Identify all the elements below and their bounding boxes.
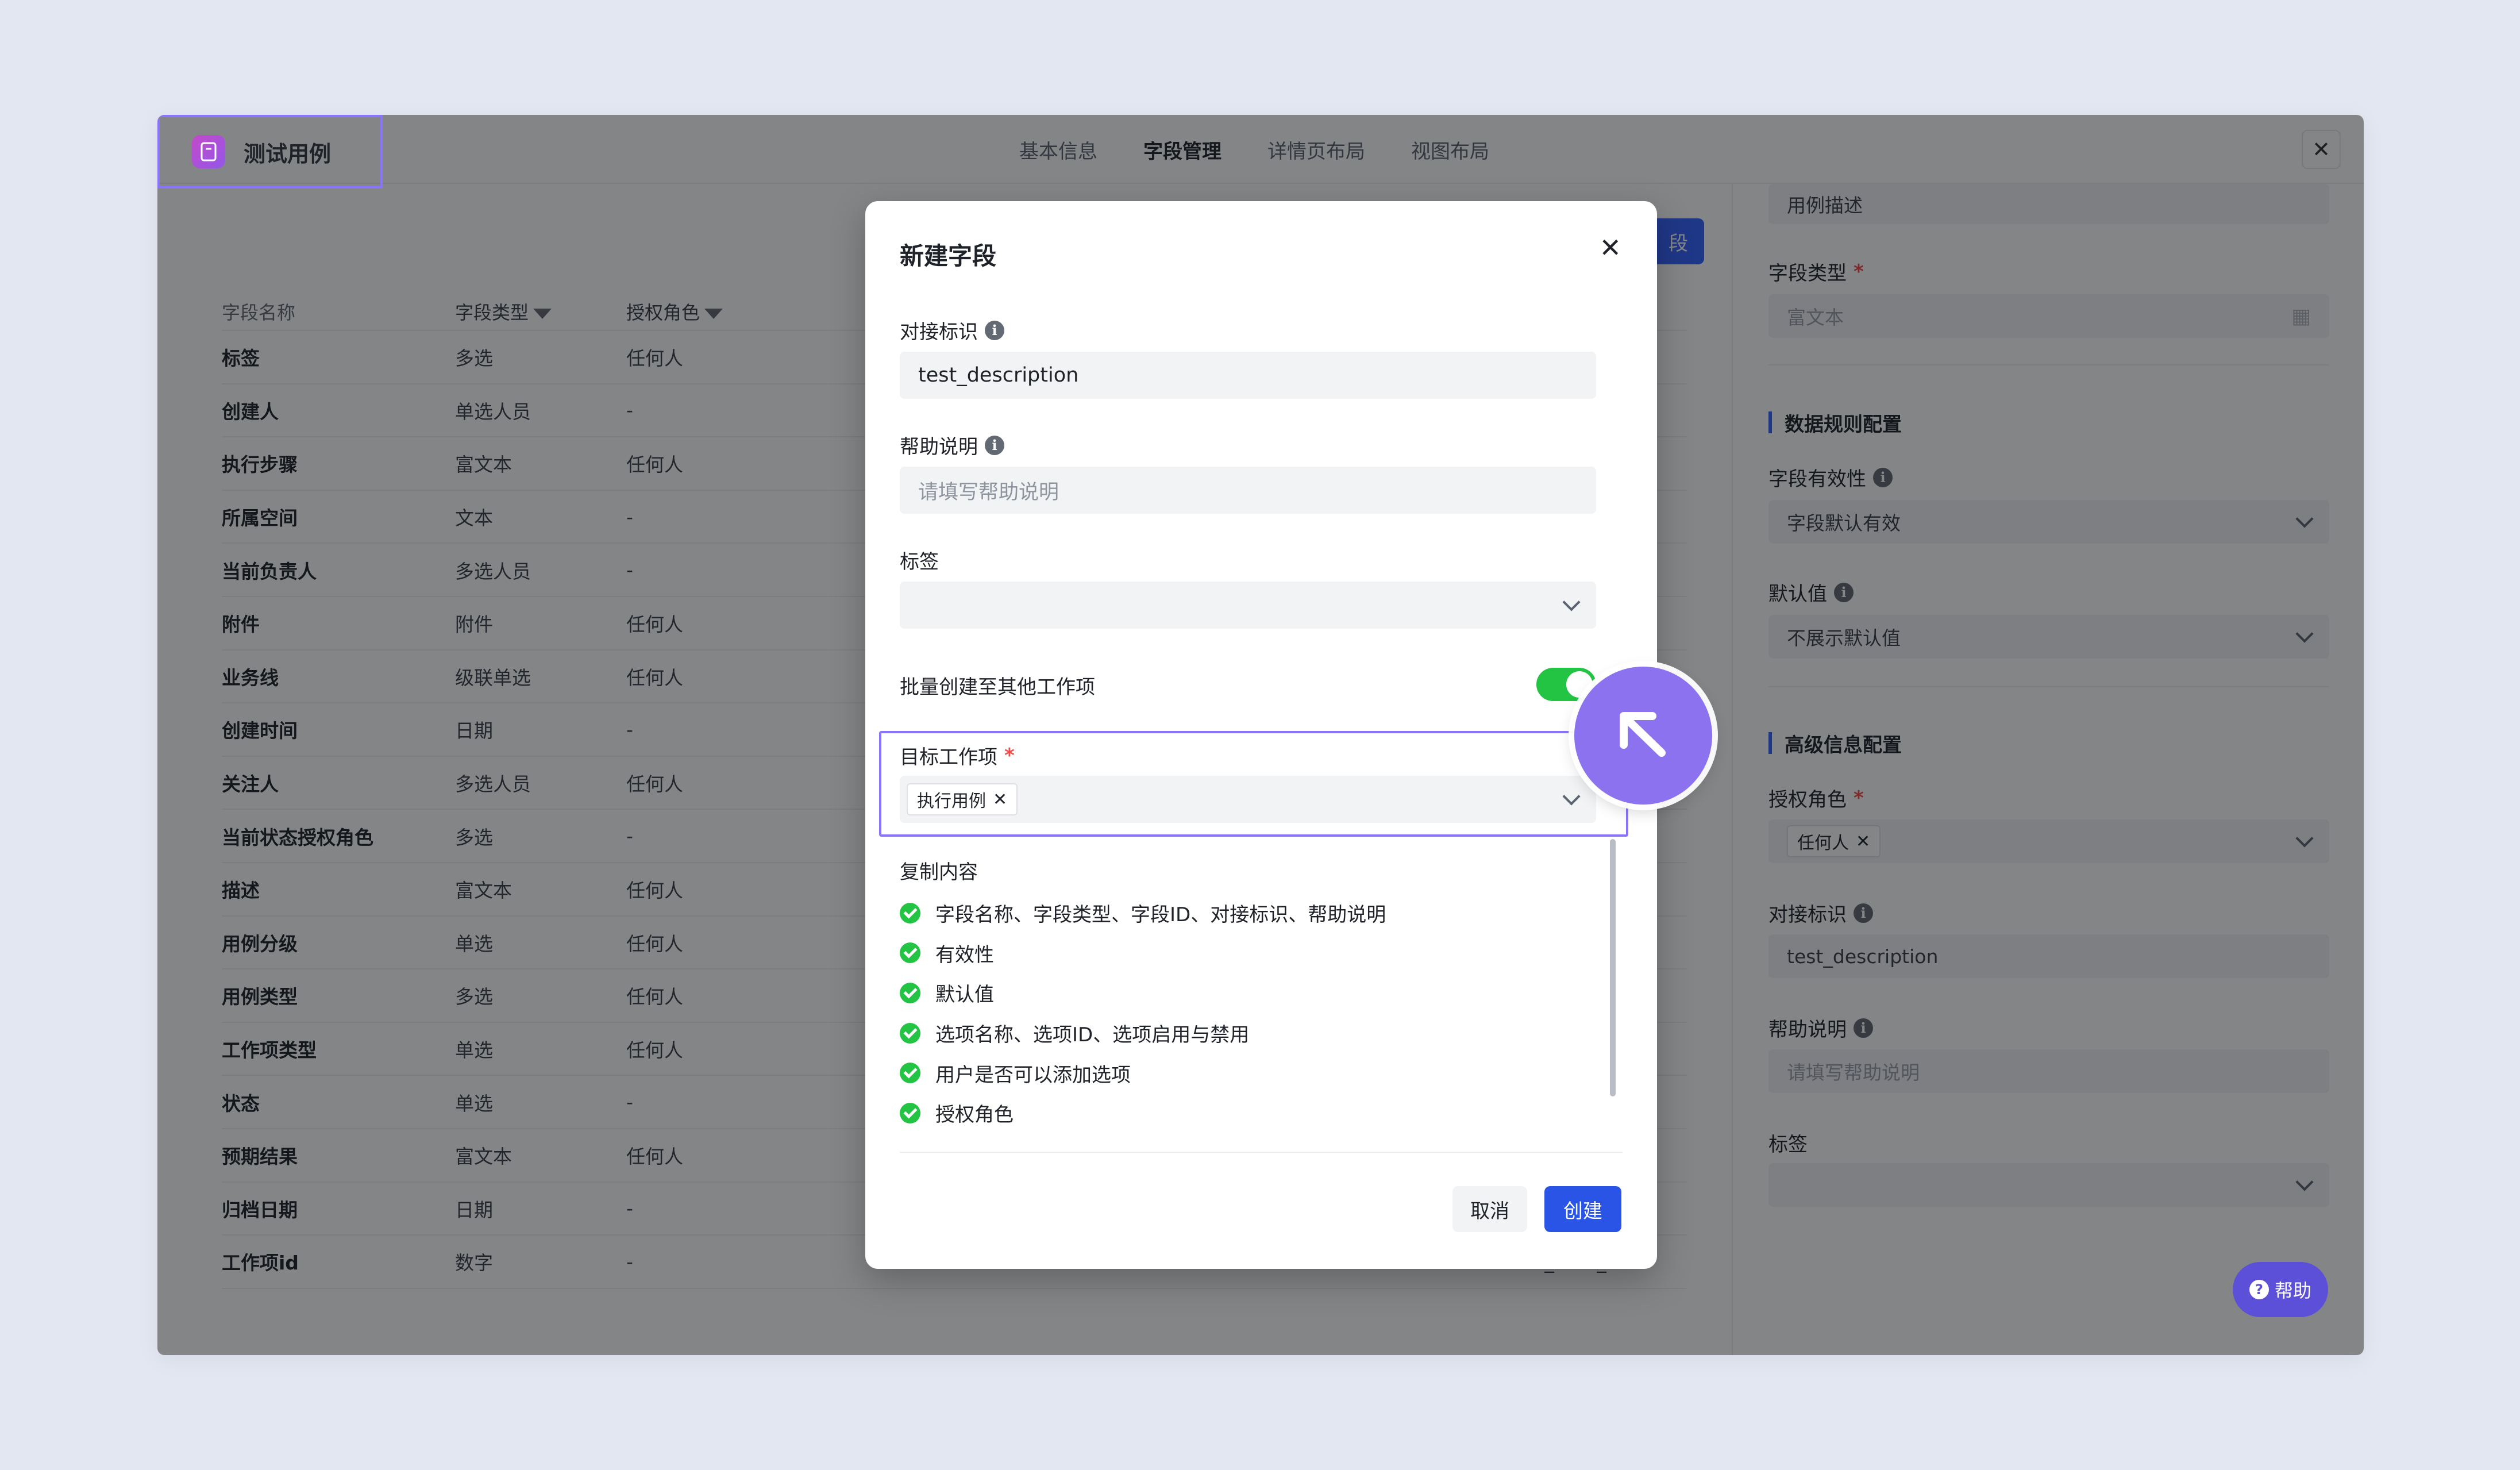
tags-select[interactable] (1768, 1163, 2329, 1207)
check-icon (900, 942, 920, 964)
field-name-input[interactable]: 用例描述 (1768, 184, 2329, 224)
question-icon: ? (2249, 1280, 2269, 1299)
chevron-down-icon (2295, 1173, 2314, 1191)
window-close-button[interactable]: ✕ (2302, 130, 2341, 169)
click-cursor-indicator (1574, 667, 1712, 805)
header-field-name: 字段名称 (222, 302, 296, 324)
filter-icon[interactable] (704, 309, 723, 319)
arrow-cursor-icon (1620, 712, 1666, 757)
scrollbar[interactable] (1610, 839, 1616, 1096)
roles-select[interactable]: 任何人 ✕ (1768, 819, 2329, 863)
field-detail-panel: 用例描述 字段类型 * 富文本 ▦ 数据规则配置 字段有效性 i 字段默认有效 默认值… (1732, 184, 2364, 1355)
validity-select[interactable]: 字段默认有效 (1768, 500, 2329, 544)
header-field-type[interactable]: 字段类型 (455, 298, 626, 325)
data-rules-title: 数据规则配置 (1768, 411, 1902, 436)
key-input[interactable]: test_description (900, 352, 1596, 399)
role-tag: 任何人 ✕ (1787, 825, 1881, 857)
key-label: 对接标识 i (900, 316, 1004, 344)
tab-bar: 基本信息 字段管理 详情页布局 视图布局 (1019, 115, 1489, 184)
list-item: 选项名称、选项ID、选项启用与禁用 (900, 1013, 1386, 1053)
filter-icon[interactable] (533, 309, 552, 319)
tags-label: 标签 (1768, 1133, 1808, 1156)
check-icon (900, 1063, 920, 1084)
check-icon (900, 1022, 920, 1044)
target-item-select[interactable]: 执行用例 ✕ (900, 776, 1596, 823)
help-label: 帮助说明 i (900, 431, 1004, 459)
remove-tag-icon[interactable]: ✕ (993, 790, 1007, 810)
tags-label: 标签 (900, 551, 939, 574)
app-title: 测试用例 (244, 141, 332, 167)
info-icon[interactable]: i (985, 320, 1004, 340)
target-tag: 执行用例 ✕ (907, 783, 1018, 815)
test-case-icon (192, 135, 225, 168)
chevron-down-icon (2295, 829, 2314, 848)
remove-tag-icon[interactable]: ✕ (1856, 832, 1870, 852)
chevron-down-icon (2295, 510, 2314, 528)
list-item: 授权角色 (900, 1093, 1386, 1133)
tab-field-management[interactable]: 字段管理 (1143, 136, 1222, 164)
check-icon (900, 982, 920, 1003)
check-icon (900, 902, 920, 923)
info-icon[interactable]: i (985, 435, 1004, 455)
tags-select[interactable] (900, 582, 1596, 629)
info-icon[interactable]: i (1834, 582, 1854, 602)
target-item-label: 目标工作项 * (900, 744, 1015, 769)
info-icon[interactable]: i (1854, 1018, 1873, 1038)
info-icon[interactable]: i (1873, 467, 1893, 487)
list-item: 有效性 (900, 933, 1386, 973)
copy-content-label: 复制内容 (900, 861, 978, 884)
create-button[interactable]: 创建 (1544, 1186, 1621, 1232)
chevron-down-icon (2295, 625, 2314, 643)
copy-content-list: 字段名称、字段类型、字段ID、对接标识、帮助说明 有效性 默认值 选项名称、选项… (900, 893, 1386, 1133)
list-item: 默认值 (900, 973, 1386, 1013)
required-mark: * (1004, 744, 1015, 767)
help-label: 帮助说明 i (1768, 1014, 1873, 1042)
help-input[interactable]: 请填写帮助说明 (1768, 1049, 2329, 1093)
advanced-config-title: 高级信息配置 (1768, 732, 1902, 757)
roles-label: 授权角色 * (1768, 786, 1864, 812)
list-item: 用户是否可以添加选项 (900, 1053, 1386, 1093)
required-mark: * (1854, 786, 1864, 810)
new-field-dialog: 新建字段 ✕ 对接标识 i test_description 帮助说明 i 请填写帮… (865, 201, 1657, 1269)
required-mark: * (1854, 260, 1864, 283)
tab-view-layout[interactable]: 视图布局 (1411, 136, 1489, 164)
key-label: 对接标识 i (1768, 899, 1873, 927)
key-input[interactable]: test_description (1768, 934, 2329, 978)
help-input[interactable]: 请填写帮助说明 (900, 467, 1596, 514)
top-bar: 测试用例 基本信息 字段管理 详情页布局 视图布局 ✕ (157, 115, 2364, 188)
header-role[interactable]: 授权角色 (626, 298, 856, 325)
field-type-select[interactable]: 富文本 ▦ (1768, 294, 2329, 338)
tab-detail-layout[interactable]: 详情页布局 (1267, 136, 1365, 164)
help-button[interactable]: ? 帮助 (2233, 1262, 2328, 1317)
chevron-down-icon (1562, 593, 1581, 611)
validity-label: 字段有效性 i (1768, 463, 1893, 491)
cancel-button[interactable]: 取消 (1452, 1186, 1527, 1232)
grid-icon: ▦ (2291, 304, 2311, 328)
info-icon[interactable]: i (1854, 903, 1873, 923)
list-item: 字段名称、字段类型、字段ID、对接标识、帮助说明 (900, 893, 1386, 933)
check-icon (900, 1102, 920, 1123)
app-header[interactable]: 测试用例 (157, 115, 383, 188)
close-icon: ✕ (2312, 137, 2330, 162)
dialog-title: 新建字段 (900, 242, 997, 270)
tab-basic-info[interactable]: 基本信息 (1019, 136, 1097, 164)
close-icon[interactable]: ✕ (1599, 234, 1621, 261)
default-value-label: 默认值 i (1768, 578, 1854, 606)
batch-create-label: 批量创建至其他工作项 (900, 676, 1095, 699)
field-type-label: 字段类型 * (1768, 260, 1864, 286)
default-value-select[interactable]: 不展示默认值 (1768, 615, 2329, 659)
